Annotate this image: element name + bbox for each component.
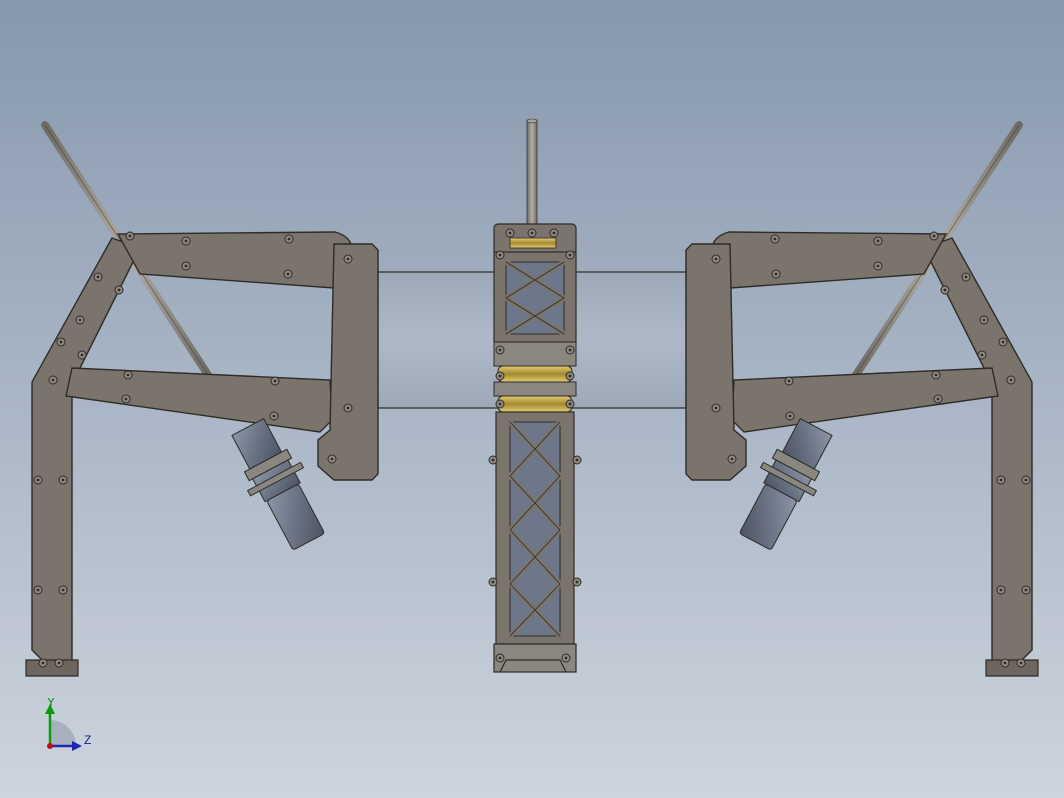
bolt-center [980,353,984,357]
bolt-center [57,661,61,665]
bolt-center [1019,661,1023,665]
bolt-center [999,588,1003,592]
bolt-center [126,373,130,377]
bolt-center [730,457,734,461]
left-lower-link [65,367,333,433]
bolt-center [774,272,778,276]
bolt-center [273,379,277,383]
bolt-center [568,374,572,378]
bolt-center [51,378,55,382]
brass-bushing-1 [497,365,573,383]
bolt-center [59,340,63,344]
right-upper-link [711,231,948,289]
bolt-center [876,239,880,243]
bolt-center [117,288,121,292]
bolt-center [568,348,572,352]
bolt-center [498,348,502,352]
bolt-center [934,373,938,377]
bolt-center [575,580,579,584]
brass-bushing-2 [497,395,573,413]
bolt-center [498,402,502,406]
left-motor [231,417,325,550]
bolt-center [530,231,534,235]
bolt-center [498,374,502,378]
bolt-center [564,656,568,660]
bolt-center [552,231,556,235]
bolt-center [943,288,947,292]
bolt-center [96,275,100,279]
center-column[interactable] [493,118,577,673]
right-arm[interactable] [685,121,1039,677]
bolt-center [1003,661,1007,665]
bolt-center [787,379,791,383]
bolt-center [61,478,65,482]
bolt-center [1024,588,1028,592]
right-outer-leg [923,237,1033,663]
bolt-center [932,234,936,238]
bolt-center [184,264,188,268]
bolt-center [36,588,40,592]
bolt-center [982,318,986,322]
bolt-center [876,264,880,268]
right-lower-link [731,367,999,433]
bolt-center [346,406,350,410]
cad-viewport[interactable]: Y Z [0,0,1064,798]
z-axis-label: Z [84,733,91,747]
x-axis-dot [47,743,53,749]
left-upper-link [116,231,353,289]
right-foot [985,659,1039,677]
bolt-center [124,397,128,401]
y-axis-label: Y [47,698,55,709]
bolt-center [330,457,334,461]
bolt-center [936,397,940,401]
bolt-center [287,237,291,241]
left-foot [25,659,79,677]
bolt-center [568,253,572,257]
bolt-center [498,656,502,660]
bolt-center [272,414,276,418]
bolt-center [61,588,65,592]
bolt-center [78,318,82,322]
right-motor [739,417,833,550]
left-outer-leg [31,237,141,663]
center-vertical-rod [526,119,538,233]
left-arm[interactable] [25,121,379,677]
bolt-center [1001,340,1005,344]
bolt-center [80,353,84,357]
bolt-center [184,239,188,243]
bolt-center [128,234,132,238]
bolt-center [999,478,1003,482]
bolt-center [788,414,792,418]
bolt-center [714,257,718,261]
bolt-center [575,458,579,462]
bolt-center [498,253,502,257]
bolt-center [773,237,777,241]
bolt-center [286,272,290,276]
bolt-center [714,406,718,410]
robot-assembly-model[interactable] [0,0,1064,798]
bolt-center [36,478,40,482]
bolt-center [1009,378,1013,382]
bolt-center [491,580,495,584]
bolt-center [508,231,512,235]
coordinate-triad[interactable]: Y Z [38,698,98,758]
bolt-center [41,661,45,665]
bolt-center [491,458,495,462]
bolt-center [346,257,350,261]
bolt-center [568,402,572,406]
bolt-center [964,275,968,279]
bolt-center [1024,478,1028,482]
